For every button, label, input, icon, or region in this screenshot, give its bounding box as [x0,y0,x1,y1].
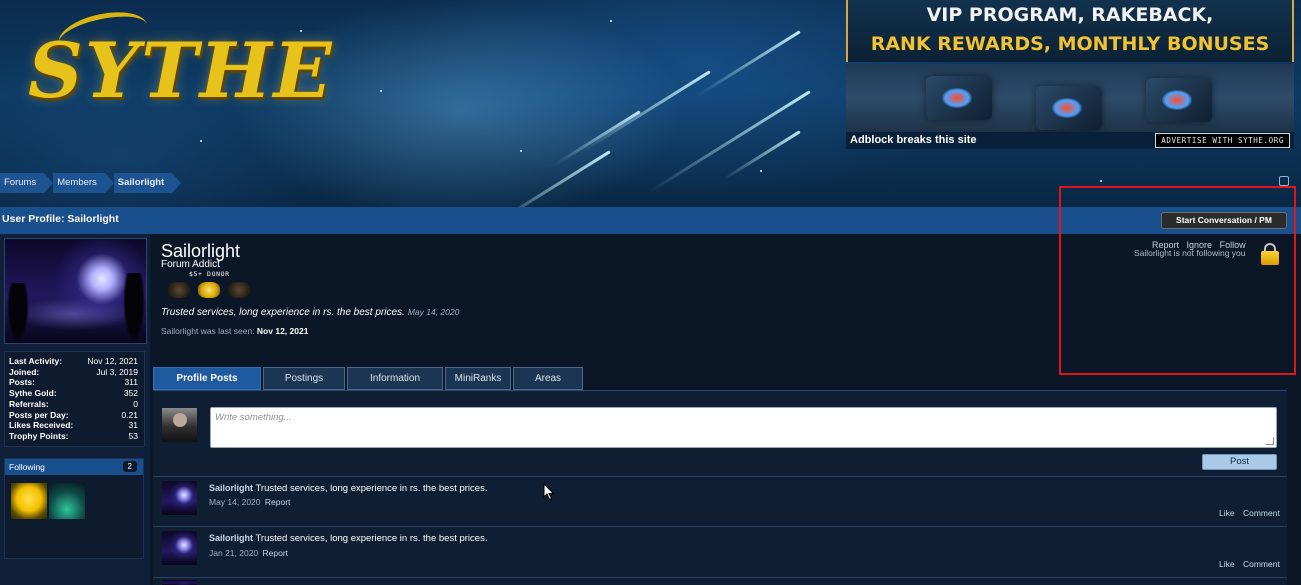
star [610,20,612,22]
trophy-badge-icon [168,282,190,298]
divider [153,577,1287,578]
entry-meta: Jan 21, 2020 Report [209,548,288,558]
light-streak [697,30,801,97]
profile-post-placeholder: Write something... [215,412,292,423]
tab-profile-posts[interactable]: Profile Posts [153,367,261,390]
stat-row: Referrals: 0 [9,398,138,409]
following-header: Following 2 [5,459,143,475]
stat-row: Likes Received: 31 [9,420,138,431]
ad-banner-top[interactable]: VIP PROGRAM, RAKEBACK, RANK REWARDS, MON… [846,0,1294,62]
entry-message: Sailorlight Trusted services, long exper… [209,533,487,544]
ad-chip-image [926,76,992,120]
entry-text: Trusted services, long experience in rs.… [255,533,488,544]
donor-label: $5+ DONOR [189,270,230,278]
status-message: Trusted services, long experience in rs.… [161,307,405,318]
entry-report-link[interactable]: Report [263,548,289,558]
divider [153,526,1287,527]
last-seen-prefix: Sailorlight was last seen: [161,326,255,336]
entry-meta: May 14, 2020 Report [209,497,290,507]
following-avatar[interactable] [11,483,47,519]
following-count-badge: 2 [122,461,137,472]
following-panel: Following 2 [4,458,144,559]
highlight-box [1059,186,1296,375]
star [380,90,382,92]
light-streak [581,70,711,153]
entry-report-link[interactable]: Report [265,497,291,507]
profile-sidebar: Last Activity: Nov 12, 2021 Joined: Jul 3,… [0,234,150,585]
avatar-tree [7,283,29,343]
profile-post-input[interactable]: Write something... [210,407,1277,448]
stat-row: Trophy Points: 53 [9,430,138,441]
stat-row: Last Activity: Nov 12, 2021 [9,356,138,366]
stat-row: Joined: Jul 3, 2019 [9,366,138,377]
following-avatar[interactable] [49,483,85,519]
mouse-cursor-icon [543,483,555,501]
stat-row: Sythe Gold: 352 [9,388,138,399]
ad-chip-image [1036,86,1102,130]
adblock-bar: Adblock breaks this site ADVERTISE WITH … [846,132,1294,149]
comment-link[interactable]: Comment [1243,508,1280,518]
breadcrumb-members[interactable]: Members [53,173,114,193]
logo-text: SYTHE [28,26,334,115]
entry-date[interactable]: Jan 21, 2020 [209,548,258,558]
ad-line-1: VIP PROGRAM, RAKEBACK, [926,4,1214,26]
like-link[interactable]: Like [1219,508,1235,518]
star [200,140,202,142]
ad-banner-bottom[interactable] [846,64,1294,132]
light-streak [648,90,811,194]
breadcrumb-current[interactable]: Sailorlight [113,173,182,193]
stat-row: Posts per Day: 0.21 [9,409,138,420]
post-button[interactable]: Post [1202,454,1277,470]
star [1100,180,1102,182]
last-seen-date: Nov 12, 2021 [256,326,309,336]
ad-line-2: RANK REWARDS, MONTHLY BONUSES [870,33,1270,55]
entry-avatar[interactable] [162,531,197,565]
last-seen: Sailorlight was last seen: Nov 12, 2021 [161,326,308,336]
entry-actions: Like Comment [1213,559,1280,569]
advertise-button[interactable]: ADVERTISE WITH SYTHE.ORG [1155,133,1290,148]
user-title: Forum Addict [161,259,220,270]
divider [153,476,1287,477]
entry-text: Trusted services, long experience in rs.… [255,483,488,494]
current-user-avatar[interactable] [162,408,197,442]
tab-information[interactable]: Information [347,367,443,390]
site-logo[interactable]: SYTHE [18,5,331,122]
following-label: Following [9,462,45,472]
breadcrumb-forums[interactable]: Forums [0,173,54,193]
entry-avatar[interactable] [162,580,197,585]
entry-avatar[interactable] [162,481,197,515]
ad-chip-image [1146,78,1212,122]
profile-status: Trusted services, long experience in rs.… [161,307,459,318]
resize-grip-icon[interactable] [1266,437,1274,445]
status-date: May 14, 2020 [407,307,460,317]
adblock-notice: Adblock breaks this site [850,134,977,146]
profile-tabs: Profile Posts Postings Information MiniR… [153,367,585,390]
star [760,170,762,172]
star [520,150,522,152]
trophy-badge-icon [228,282,250,298]
entry-author[interactable]: Sailorlight [209,483,253,493]
page-title: User Profile: Sailorlight [2,213,119,225]
stat-row: Posts: 311 [9,377,138,388]
light-streak [490,150,611,207]
like-link[interactable]: Like [1219,559,1235,569]
gold-coins-icon [198,282,220,298]
tab-areas[interactable]: Areas [513,367,583,390]
profile-stats: Last Activity: Nov 12, 2021 Joined: Jul 3,… [4,351,145,447]
comment-link[interactable]: Comment [1243,559,1280,569]
tab-postings[interactable]: Postings [263,367,345,390]
avatar-tree [123,273,145,343]
breadcrumb: Forums Members Sailorlight [0,173,182,193]
entry-actions: Like Comment [1213,508,1280,518]
entry-date[interactable]: May 14, 2020 [209,497,261,507]
entry-author[interactable]: Sailorlight [209,533,253,543]
share-icon[interactable] [1279,176,1289,186]
profile-avatar[interactable] [4,238,147,344]
tab-miniranks[interactable]: MiniRanks [445,367,511,390]
entry-message: Sailorlight Trusted services, long exper… [209,483,487,494]
